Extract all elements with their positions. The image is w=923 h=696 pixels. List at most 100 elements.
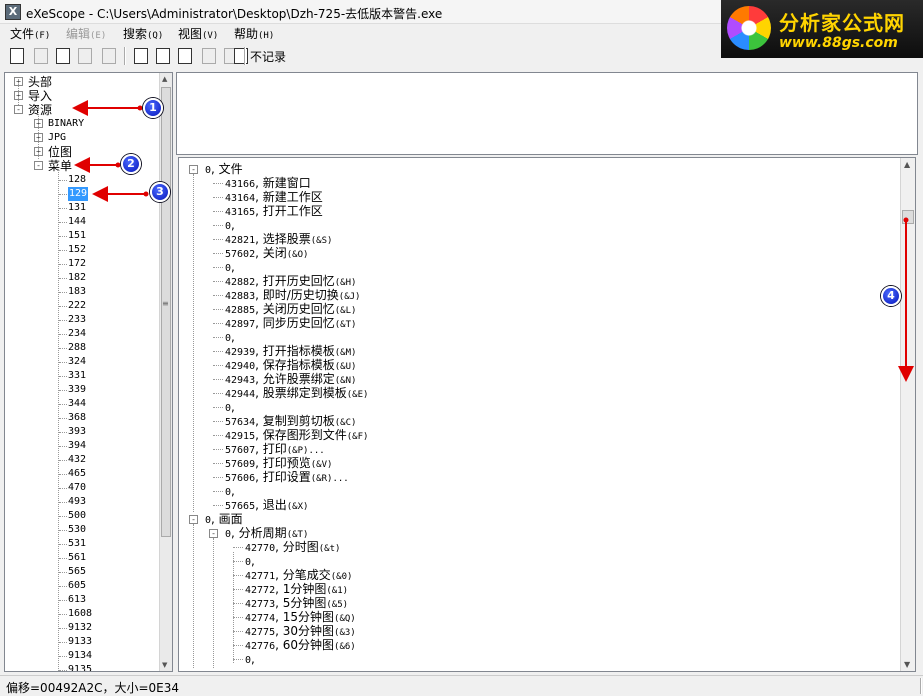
scrollbar-grip-icon: ≡ [162,299,169,308]
menu-resource-id: 9132 [68,622,93,633]
tree-guide-line [233,645,243,646]
menu-item-3[interactable]: 视图(V) [178,25,218,42]
menu-accelerator: (F) [34,31,51,41]
tree-guide-line [213,183,223,184]
open-file-button[interactable] [8,47,26,65]
menu-command-text: 新建工作区 [262,190,323,204]
collapse-icon[interactable]: - [189,165,198,174]
menu-resource-id: 394 [68,440,87,451]
tree-guide-line [59,600,67,601]
menu-command-id: 57634 [225,417,256,428]
open-file-icon [10,48,24,64]
tree-guide-line [213,225,223,226]
tree-guide-line [59,376,67,377]
menu-item-2[interactable]: 搜索(Q) [123,25,163,42]
toolbar: 不记录 [0,42,720,70]
export-button[interactable] [154,47,172,65]
menu-command-text: 关闭 [262,246,287,260]
tree-guide-line [213,435,223,436]
menu-command-text: 保存图形到文件 [262,428,347,442]
page-icon [178,48,192,64]
menu-command-accelerator: (&T) [286,530,309,540]
exescope-app-icon[interactable]: X [5,4,21,20]
xp-button[interactable] [100,47,118,65]
tree-guide-line [213,281,223,282]
separator-comma: , [255,344,263,358]
menu-command-id: 43165 [225,207,256,218]
tree-guide-line [59,320,67,321]
scroll-up-arrow-icon[interactable]: ▲ [162,75,167,83]
tree-guide-line [59,404,67,405]
resource-tree-scrollbar[interactable]: ▲ ≡ ▼ [159,73,172,671]
menu-command-id: 57609 [225,459,256,470]
font-button[interactable] [132,47,150,65]
tree-guide-line [233,547,243,548]
tree-guide-line [213,211,223,212]
menu-resource-id: 531 [68,538,87,549]
tree-guide-line [213,197,223,198]
menu-resource-id: 128 [68,174,87,185]
scroll-down-arrow-icon[interactable]: ▼ [162,661,167,669]
flower-logo-icon [727,6,771,50]
save-button[interactable] [32,47,50,65]
scrollbar-thumb[interactable] [902,210,914,224]
tree-node-label: 菜单 [48,159,73,173]
menu-command-accelerator: (&F) [346,432,369,442]
collapse-icon[interactable]: - [14,105,23,114]
save-icon [34,48,48,64]
scroll-down-arrow-icon[interactable]: ▼ [904,660,910,669]
menu-tree-entry: 42770, 分时图(&t) [245,540,340,556]
collapse-icon[interactable]: - [209,529,218,538]
separator-comma: , [255,470,263,484]
menu-item-1[interactable]: 编辑(E) [66,25,106,42]
tree-guide-line [59,362,67,363]
tree-guide-line [59,306,67,307]
menu-item-0[interactable]: 文件(F) [10,25,50,42]
copy-button[interactable] [76,47,94,65]
menu-structure-tree[interactable]: ▲ ▼ - 0, 文件 43166, 新建窗口 43164, 新建工作区 43165, … [178,157,916,672]
page-button[interactable] [176,47,194,65]
separator-comma: , [275,610,283,624]
toolbar-separator [244,47,246,65]
separator-comma: , [231,330,235,344]
menu-label: 编辑 [66,27,91,41]
separator-comma: , [255,302,263,316]
menu-command-text: 60分钟图 [282,638,335,652]
tree-guide-line [213,323,223,324]
separator-comma: , [255,246,263,260]
menu-item-4[interactable]: 帮助(H) [234,25,274,42]
separator-comma: , [255,498,263,512]
resource-tree-panel[interactable]: ▲ ≡ ▼ + 头部 + 导入 - 资源 + BINARY + JPG + 位图 - 菜单 128 129 13… [4,72,173,672]
collapse-icon[interactable]: - [34,161,43,170]
collapse-icon[interactable]: - [189,515,198,524]
separator-comma: , [255,456,263,470]
separator-comma: , [255,288,263,302]
tree-guide-line [213,421,223,422]
no-record-label[interactable]: 不记录 [250,48,286,65]
menu-command-text: 同步历史回忆 [262,316,335,330]
menu-command-text: 分析周期 [238,526,287,540]
tree-guide-line [59,432,67,433]
menu-tree-scrollbar[interactable]: ▲ ▼ [900,158,915,671]
scrollbar-thumb[interactable] [161,87,171,537]
menu-resource-id: 131 [68,202,87,213]
tree-guide-line [59,208,67,209]
no-record-button[interactable] [232,47,250,65]
menu-resource-id: 393 [68,426,87,437]
separator-comma: , [231,260,235,274]
separator-comma: , [255,176,263,190]
tree-guide-line [59,236,67,237]
tree-guide-line [59,180,67,181]
scroll-up-arrow-icon[interactable]: ▲ [904,160,910,169]
tree-guide-line [59,670,67,671]
offset-size-status: 偏移=00492A2C，大小=0E34 [6,681,179,695]
menu-command-text: 打印设置 [262,470,311,484]
tree-node-label: 资源 [28,103,53,117]
save-as-button[interactable] [54,47,72,65]
annotation-badge-2: 2 [121,154,141,174]
image-button[interactable] [200,47,218,65]
menu-resource-id: 152 [68,244,87,255]
tree-guide-line [233,561,243,562]
tree-node-label: JPG [48,132,67,143]
menu-command-text: 退出 [262,498,287,512]
